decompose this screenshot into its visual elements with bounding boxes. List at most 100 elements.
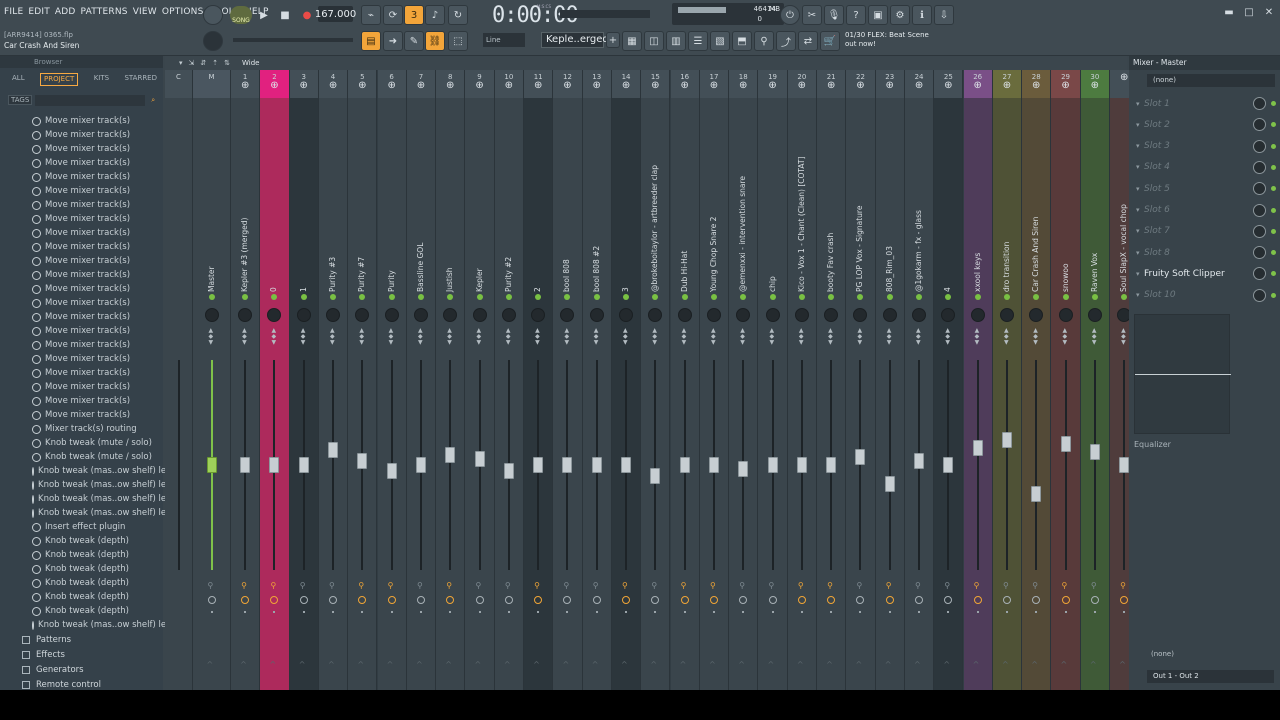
- close-icon[interactable]: ✕: [1262, 5, 1276, 19]
- power-icon[interactable]: ⏻: [780, 5, 800, 25]
- mixer-track[interactable]: 29 ⊕ snowoo ▲ ◆ ▼ ⚲ ^: [1051, 70, 1081, 690]
- track-mute-led[interactable]: [330, 294, 337, 300]
- slot-mix-knob[interactable]: [1253, 97, 1266, 110]
- send-arrow-icon[interactable]: ^: [207, 660, 214, 669]
- track-link-icon[interactable]: ⊕: [934, 81, 962, 91]
- mixer-track[interactable]: 15 ⊕ @brokeboitaylor - artbreeder clap ▲ ◆ ▼ ⚲…: [641, 70, 671, 690]
- track-name[interactable]: 1: [299, 287, 308, 292]
- fx-toggle-icon[interactable]: ⚲: [208, 582, 216, 590]
- track-name[interactable]: snowoo: [1061, 263, 1070, 292]
- pan-knob[interactable]: [501, 308, 516, 322]
- fx-toggle-icon[interactable]: ⚲: [1091, 582, 1099, 590]
- track-link-icon[interactable]: ⊕: [378, 81, 406, 91]
- track-name[interactable]: bool 808 #2: [592, 246, 601, 292]
- history-item[interactable]: Knob tweak (depth): [0, 548, 163, 562]
- send-arrow-icon[interactable]: ^: [269, 660, 276, 669]
- tags-label[interactable]: TAGS: [8, 95, 33, 105]
- track-header[interactable]: C: [165, 70, 192, 98]
- send-arrow-icon[interactable]: ^: [357, 660, 364, 669]
- track-mute-led[interactable]: [798, 294, 805, 300]
- track-header[interactable]: 6 ⊕: [377, 70, 406, 98]
- effect-slot[interactable]: ▾ Slot 8: [1136, 243, 1276, 262]
- channel-rack-icon[interactable]: ◫: [644, 31, 664, 51]
- metronome-icon[interactable]: ⌁: [361, 5, 381, 25]
- fx-toggle-icon[interactable]: ⚲: [769, 582, 777, 590]
- mixer-track[interactable]: 7 ⊕ Bassline GOL ▲ ◆ ▼ ⚲ ^: [406, 70, 437, 690]
- track-mute-led[interactable]: [535, 294, 542, 300]
- track-link-icon[interactable]: ⊕: [964, 81, 992, 91]
- track-mute-led[interactable]: [828, 294, 835, 300]
- track-header[interactable]: 11 ⊕: [524, 70, 553, 98]
- mixer-tool-icon[interactable]: ⇲: [189, 59, 195, 67]
- stereo-separation-icon[interactable]: ▲ ◆ ▼: [389, 328, 394, 346]
- browser-tab-project[interactable]: PROJECT: [40, 73, 79, 86]
- history-item[interactable]: Knob tweak (depth): [0, 534, 163, 548]
- fx-toggle-icon[interactable]: ⚲: [593, 582, 601, 590]
- loop-record-icon[interactable]: ↻: [448, 5, 468, 25]
- stop-button[interactable]: ■: [275, 5, 295, 25]
- pan-knob[interactable]: [326, 308, 341, 322]
- send-arrow-icon[interactable]: ^: [973, 660, 980, 669]
- track-name[interactable]: Purity: [387, 270, 396, 292]
- route-icon[interactable]: [797, 596, 806, 604]
- slot-enable-led[interactable]: [1271, 271, 1276, 277]
- track-link-icon[interactable]: ⊕: [876, 81, 904, 91]
- history-item[interactable]: Move mixer track(s): [0, 408, 163, 422]
- history-item[interactable]: Move mixer track(s): [0, 380, 163, 394]
- browser-tab-starred[interactable]: STARRED: [124, 74, 157, 90]
- track-name[interactable]: @brokeboitaylor - artbreeder clap: [650, 165, 659, 292]
- track-link-icon[interactable]: ⊕: [465, 81, 493, 91]
- track-mute-led[interactable]: [886, 294, 893, 300]
- stereo-separation-icon[interactable]: ▲ ◆ ▼: [209, 328, 214, 346]
- mixer-track[interactable]: 30 ⊕ Raven Vox ▲ ◆ ▼ ⚲ ^: [1080, 70, 1110, 690]
- route-icon[interactable]: [827, 596, 836, 604]
- mixer-track[interactable]: 9 ⊕ Kepler ▲ ◆ ▼ ⚲ ^: [465, 70, 495, 690]
- pan-knob[interactable]: [413, 308, 428, 322]
- fx-toggle-icon[interactable]: ⚲: [417, 582, 425, 590]
- track-name[interactable]: @emenxxi - intervention snare: [738, 176, 747, 292]
- fx-toggle-icon[interactable]: ⚲: [681, 582, 689, 590]
- pan-knob[interactable]: [882, 308, 897, 322]
- volume-fader[interactable]: [972, 440, 983, 457]
- stereo-separation-icon[interactable]: ▲ ◆ ▼: [535, 328, 540, 346]
- history-item[interactable]: Move mixer track(s): [0, 366, 163, 380]
- history-item[interactable]: Knob tweak (mas..ow shelf) level): [0, 478, 182, 492]
- track-mute-led[interactable]: [1062, 294, 1069, 300]
- minimize-icon[interactable]: ▬: [1222, 5, 1236, 19]
- pan-knob[interactable]: [204, 308, 219, 322]
- menu-edit[interactable]: EDIT: [28, 7, 50, 17]
- volume-fader[interactable]: [914, 452, 925, 469]
- track-name[interactable]: Raven Vox: [1090, 253, 1099, 292]
- tempo-tap-icon[interactable]: ⬒: [732, 31, 752, 51]
- send-arrow-icon[interactable]: ^: [240, 660, 247, 669]
- volume-fader[interactable]: [943, 457, 954, 473]
- history-item[interactable]: Move mixer track(s): [0, 268, 163, 282]
- stereo-separation-icon[interactable]: ▲ ◆ ▼: [271, 328, 276, 346]
- stereo-separation-icon[interactable]: ▲ ◆ ▼: [1063, 328, 1068, 346]
- effect-slot[interactable]: ▾ Slot 3: [1136, 137, 1276, 156]
- slot-menu-icon[interactable]: ▾: [1136, 163, 1144, 171]
- stamp-icon[interactable]: ⬚: [448, 31, 468, 51]
- history-item[interactable]: Move mixer track(s): [0, 128, 163, 142]
- browser-folder[interactable]: Remote control: [0, 677, 163, 690]
- slot-menu-icon[interactable]: ▾: [1136, 121, 1144, 129]
- input-select[interactable]: (none): [1147, 74, 1275, 87]
- send-arrow-icon[interactable]: ^: [621, 660, 628, 669]
- volume-fader[interactable]: [533, 457, 544, 473]
- menu-view[interactable]: VIEW: [133, 7, 157, 17]
- track-name[interactable]: 0: [269, 287, 278, 292]
- news-panel[interactable]: 01/30 FLEX: Beat Scene out now!: [845, 31, 935, 49]
- track-link-icon[interactable]: ⊕: [700, 81, 728, 91]
- mixer-track[interactable]: 23 ⊕ 808_Rim_03 ▲ ◆ ▼ ⚲ ^: [875, 70, 905, 690]
- send-arrow-icon[interactable]: ^: [1090, 660, 1097, 669]
- history-item[interactable]: Move mixer track(s): [0, 324, 163, 338]
- track-header[interactable]: 19 ⊕: [758, 70, 787, 98]
- volume-fader[interactable]: [328, 442, 339, 459]
- effect-slot[interactable]: ▾ Fruity Soft Clipper: [1136, 264, 1276, 283]
- track-mute-led[interactable]: [388, 294, 395, 300]
- track-header[interactable]: 17 ⊕: [699, 70, 729, 98]
- track-link-icon[interactable]: ⊕: [1081, 81, 1109, 91]
- track-name[interactable]: 4: [943, 287, 952, 292]
- track-header[interactable]: 14 ⊕: [611, 70, 641, 98]
- track-mute-led[interactable]: [1003, 294, 1010, 300]
